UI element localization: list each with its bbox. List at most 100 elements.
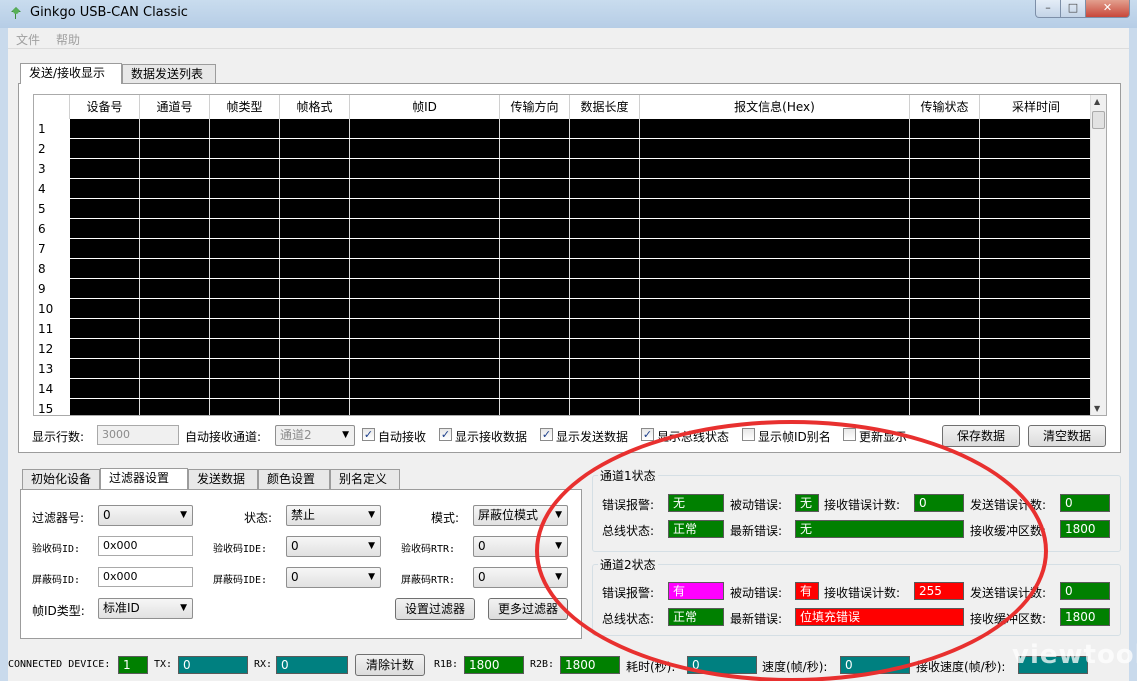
grid-cell[interactable] (910, 399, 980, 415)
grid-cell[interactable] (140, 119, 210, 138)
grid-cell[interactable] (910, 279, 980, 298)
grid-cell[interactable] (500, 239, 570, 258)
grid-cell[interactable] (640, 239, 910, 258)
grid-cell[interactable] (210, 159, 280, 178)
grid-cell[interactable] (210, 319, 280, 338)
tab-alias[interactable]: 别名定义 (330, 469, 400, 489)
tab-filter-settings[interactable]: 过滤器设置 (100, 468, 188, 489)
grid-cell[interactable] (640, 259, 910, 278)
table-row[interactable]: 2 (34, 139, 1094, 159)
table-row[interactable]: 1 (34, 119, 1094, 139)
grid-cell[interactable] (70, 279, 140, 298)
grid-cell[interactable] (570, 199, 640, 218)
grid-cell[interactable] (570, 279, 640, 298)
grid-cell[interactable] (350, 339, 500, 358)
state-select[interactable]: 禁止 ▼ (286, 505, 381, 526)
grid-cell[interactable] (350, 179, 500, 198)
grid-cell[interactable] (210, 199, 280, 218)
grid-cell[interactable] (70, 219, 140, 238)
grid-cell[interactable] (140, 359, 210, 378)
grid-cell[interactable] (280, 219, 350, 238)
grid-cell[interactable] (140, 299, 210, 318)
grid-cell[interactable] (350, 359, 500, 378)
grid-cell[interactable] (980, 359, 1092, 378)
grid-cell[interactable] (70, 239, 140, 258)
grid-cell[interactable] (980, 139, 1092, 158)
grid-cell[interactable] (980, 339, 1092, 358)
grid-cell[interactable] (570, 339, 640, 358)
mask-rtr-select[interactable]: 0 ▼ (473, 567, 568, 588)
grid-cell[interactable] (910, 179, 980, 198)
grid-cell[interactable] (910, 199, 980, 218)
grid-cell[interactable] (210, 259, 280, 278)
grid-cell[interactable] (570, 239, 640, 258)
grid-cell[interactable] (640, 199, 910, 218)
menu-help[interactable]: 帮助 (56, 31, 80, 48)
grid-cell[interactable] (980, 119, 1092, 138)
tab-init-device[interactable]: 初始化设备 (22, 469, 100, 489)
grid-cell[interactable] (500, 279, 570, 298)
close-button[interactable]: ✕ (1085, 0, 1130, 18)
grid-cell[interactable] (70, 319, 140, 338)
grid-cell[interactable] (70, 259, 140, 278)
grid-cell[interactable] (280, 119, 350, 138)
mask-id-input[interactable]: 0x000 (98, 567, 193, 587)
grid-cell[interactable] (280, 339, 350, 358)
grid-cell[interactable] (350, 199, 500, 218)
table-row[interactable]: 15 (34, 399, 1094, 415)
grid-cell[interactable] (980, 199, 1092, 218)
grid-cell[interactable] (280, 359, 350, 378)
grid-cell[interactable] (980, 219, 1092, 238)
grid-cell[interactable] (980, 159, 1092, 178)
clear-data-button[interactable]: 清空数据 (1028, 425, 1106, 447)
acc-id-input[interactable]: 0x000 (98, 536, 193, 556)
table-row[interactable]: 9 (34, 279, 1094, 299)
table-row[interactable]: 3 (34, 159, 1094, 179)
col-frame-type[interactable]: 帧类型 (210, 95, 280, 119)
table-row[interactable]: 13 (34, 359, 1094, 379)
grid-cell[interactable] (910, 259, 980, 278)
grid-scrollbar[interactable]: ▲ ▼ (1090, 95, 1106, 415)
grid-cell[interactable] (910, 359, 980, 378)
grid-cell[interactable] (910, 239, 980, 258)
grid-cell[interactable] (350, 399, 500, 415)
col-frame-id[interactable]: 帧ID (350, 95, 500, 119)
grid-cell[interactable] (210, 399, 280, 415)
grid-cell[interactable] (210, 219, 280, 238)
grid-cell[interactable] (640, 139, 910, 158)
grid-cell[interactable] (570, 219, 640, 238)
tab-send-data[interactable]: 发送数据 (188, 469, 258, 489)
table-row[interactable]: 12 (34, 339, 1094, 359)
grid-cell[interactable] (500, 219, 570, 238)
acc-rtr-select[interactable]: 0 ▼ (473, 536, 568, 557)
grid-cell[interactable] (980, 299, 1092, 318)
grid-cell[interactable] (350, 139, 500, 158)
grid-cell[interactable] (640, 159, 910, 178)
table-row[interactable]: 11 (34, 319, 1094, 339)
grid-cell[interactable] (280, 159, 350, 178)
col-channel[interactable]: 通道号 (140, 95, 210, 119)
grid-cell[interactable] (570, 119, 640, 138)
grid-cell[interactable] (140, 319, 210, 338)
tab-send-list[interactable]: 数据发送列表 (122, 64, 216, 84)
grid-cell[interactable] (70, 139, 140, 158)
grid-cell[interactable] (210, 299, 280, 318)
message-grid[interactable]: 设备号 通道号 帧类型 帧格式 帧ID 传输方向 数据长度 报文信息(Hex) … (33, 94, 1107, 416)
set-filter-button[interactable]: 设置过滤器 (395, 598, 475, 620)
grid-cell[interactable] (640, 339, 910, 358)
grid-cell[interactable] (500, 319, 570, 338)
minimize-button[interactable]: – (1035, 0, 1061, 18)
grid-cell[interactable] (350, 279, 500, 298)
col-tx-status[interactable]: 传输状态 (910, 95, 980, 119)
mode-select[interactable]: 屏蔽位模式 ▼ (473, 505, 568, 526)
show-alias-checkbox[interactable] (742, 428, 755, 441)
grid-cell[interactable] (140, 399, 210, 415)
grid-cell[interactable] (140, 159, 210, 178)
grid-cell[interactable] (280, 279, 350, 298)
grid-cell[interactable] (280, 139, 350, 158)
table-row[interactable]: 5 (34, 199, 1094, 219)
grid-cell[interactable] (500, 119, 570, 138)
grid-cell[interactable] (70, 399, 140, 415)
grid-cell[interactable] (500, 199, 570, 218)
grid-cell[interactable] (140, 199, 210, 218)
